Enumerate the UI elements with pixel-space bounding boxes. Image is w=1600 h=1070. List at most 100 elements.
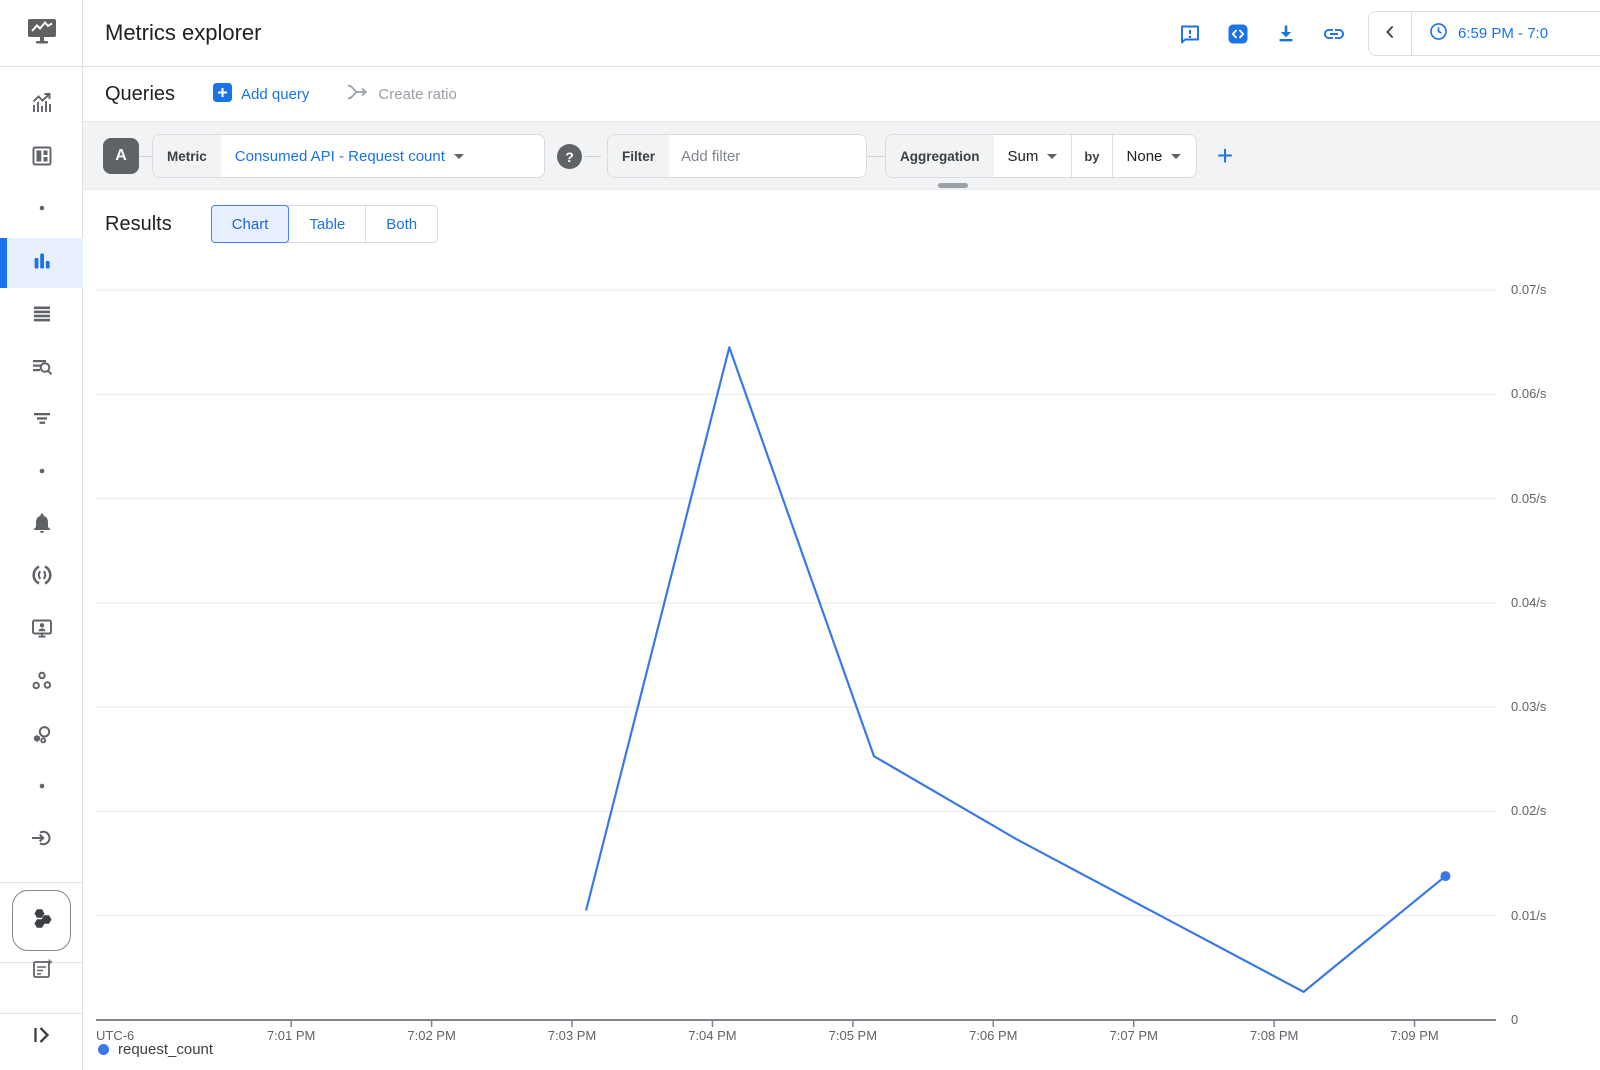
dot-icon	[30, 196, 54, 225]
chart-legend[interactable]: request_count	[98, 1041, 213, 1058]
sidebar-expand-button[interactable]	[0, 1013, 83, 1061]
bubbles-icon	[30, 723, 54, 752]
time-range-group: 6:59 PM - 7:0	[1368, 11, 1600, 56]
sidebar-item-services[interactable]	[0, 659, 83, 707]
x-tick-label: 7:01 PM	[246, 1028, 336, 1043]
code-button[interactable]	[1226, 22, 1250, 46]
queries-heading: Queries	[105, 83, 175, 106]
y-tick-label: 0.06/s	[1511, 386, 1546, 401]
overview-trend-icon	[30, 91, 54, 120]
aggregation-label: Aggregation	[886, 135, 994, 177]
add-query-button[interactable]: Add query	[213, 83, 309, 106]
x-tick-label: 7:08 PM	[1229, 1028, 1319, 1043]
download-button[interactable]	[1274, 22, 1298, 46]
download-icon	[1274, 34, 1298, 49]
metric-label: Metric	[153, 135, 221, 177]
y-tick-label: 0.02/s	[1511, 803, 1546, 818]
x-tick-label: 7:02 PM	[387, 1028, 477, 1043]
create-ratio-button[interactable]: Create ratio	[347, 83, 456, 105]
queries-bar: Queries Add query Create ratio	[83, 67, 1600, 122]
aggregation-pill: Aggregation Sum by None	[885, 134, 1197, 178]
sidebar-section-dot	[0, 764, 83, 812]
integration-arrow-icon	[30, 826, 54, 855]
tab-both[interactable]: Both	[365, 205, 438, 243]
main-content: Metrics explorer	[83, 0, 1600, 1070]
sidebar-divider	[0, 882, 83, 883]
topbar: Metrics explorer	[83, 0, 1600, 67]
chevron-left-icon	[1380, 22, 1400, 45]
aggregation-dropdown[interactable]: Sum	[994, 135, 1072, 177]
monitoring-logo-icon	[25, 16, 59, 51]
dashboards-icon	[30, 144, 54, 173]
time-back-button[interactable]	[1369, 12, 1411, 55]
code-icon	[1226, 34, 1250, 49]
y-tick-label: 0.01/s	[1511, 908, 1546, 923]
filter-label: Filter	[608, 135, 669, 177]
x-tick-label: 7:05 PM	[808, 1028, 898, 1043]
sidebar-item-dashboards-tv[interactable]	[0, 606, 83, 654]
filter-pill: Filter	[607, 134, 867, 178]
create-ratio-label: Create ratio	[378, 86, 456, 103]
uptime-circle-icon	[30, 563, 54, 592]
chevron-down-icon	[454, 154, 464, 159]
x-tick-label: 7:06 PM	[948, 1028, 1038, 1043]
feedback-button[interactable]	[1178, 22, 1202, 46]
metrics-explorer-app: Metrics explorer	[0, 0, 1600, 1070]
sidebar-item-dashboards[interactable]	[0, 134, 83, 182]
sidebar-section-dot	[0, 186, 83, 234]
add-plus-square-icon	[213, 83, 232, 106]
connector-line	[867, 156, 885, 157]
tab-chart[interactable]: Chart	[211, 205, 290, 243]
x-tick-label: 7:07 PM	[1089, 1028, 1179, 1043]
sidebar-item-integrations[interactable]	[0, 816, 83, 864]
page-title: Metrics explorer	[105, 20, 261, 46]
monitor-eye-icon	[30, 616, 54, 645]
add-aggregation-button[interactable]: +	[1205, 136, 1245, 176]
resize-drag-handle[interactable]	[938, 183, 968, 188]
chevron-down-icon	[1171, 154, 1181, 159]
y-zero-label: 0	[1511, 1012, 1518, 1027]
sidebar-section-dot	[0, 449, 83, 497]
aggregation-value: Sum	[1008, 148, 1039, 165]
y-tick-label: 0.03/s	[1511, 699, 1546, 714]
monitoring-sidebar	[0, 0, 83, 1070]
results-view-toggle: Chart Table Both	[211, 205, 438, 243]
connector-line	[139, 156, 152, 157]
legend-series-name: request_count	[118, 1041, 213, 1058]
by-label: by	[1072, 135, 1111, 177]
filter-input[interactable]	[669, 135, 849, 177]
sidebar-item-monitoring-home[interactable]	[0, 0, 83, 67]
sidebar-item-release-notes[interactable]	[0, 947, 83, 995]
sidebar-item-uptime-checks[interactable]	[0, 553, 83, 601]
legend-color-dot	[98, 1044, 109, 1055]
expand-panel-icon	[30, 1023, 54, 1052]
query-builder: A Metric Consumed API - Request count ? …	[83, 122, 1600, 190]
time-range-selector[interactable]: 6:59 PM - 7:0	[1412, 21, 1548, 46]
sidebar-item-alerting[interactable]	[0, 501, 83, 549]
query-letter-badge: A	[103, 138, 139, 174]
tab-table[interactable]: Table	[288, 205, 366, 243]
sidebar-item-trace[interactable]	[0, 396, 83, 444]
time-range-text: 6:59 PM - 7:0	[1458, 25, 1548, 42]
clock-icon	[1428, 21, 1449, 46]
group-by-value: None	[1127, 148, 1163, 165]
sidebar-item-logs[interactable]	[0, 344, 83, 392]
line-chart[interactable]	[96, 270, 1500, 1032]
link-button[interactable]	[1322, 22, 1346, 46]
x-tick-label: 7:03 PM	[527, 1028, 617, 1043]
sidebar-item-list[interactable]	[0, 291, 83, 339]
results-bar: Results Chart Table Both	[83, 190, 1600, 258]
metric-dropdown[interactable]: Consumed API - Request count	[221, 135, 478, 177]
services-circles-icon	[30, 669, 54, 698]
link-icon	[1322, 34, 1346, 49]
sidebar-item-kubernetes[interactable]	[12, 890, 71, 951]
metrics-explorer-bars-icon	[30, 249, 54, 278]
notes-icon	[30, 957, 54, 986]
sidebar-item-overview[interactable]	[0, 81, 83, 129]
dot-icon	[30, 774, 54, 803]
create-ratio-merge-icon	[347, 83, 369, 105]
group-by-dropdown[interactable]: None	[1113, 135, 1196, 177]
sidebar-item-metrics-explorer[interactable]	[0, 238, 83, 288]
sidebar-item-groups[interactable]	[0, 713, 83, 761]
metric-help-button[interactable]: ?	[557, 144, 582, 169]
